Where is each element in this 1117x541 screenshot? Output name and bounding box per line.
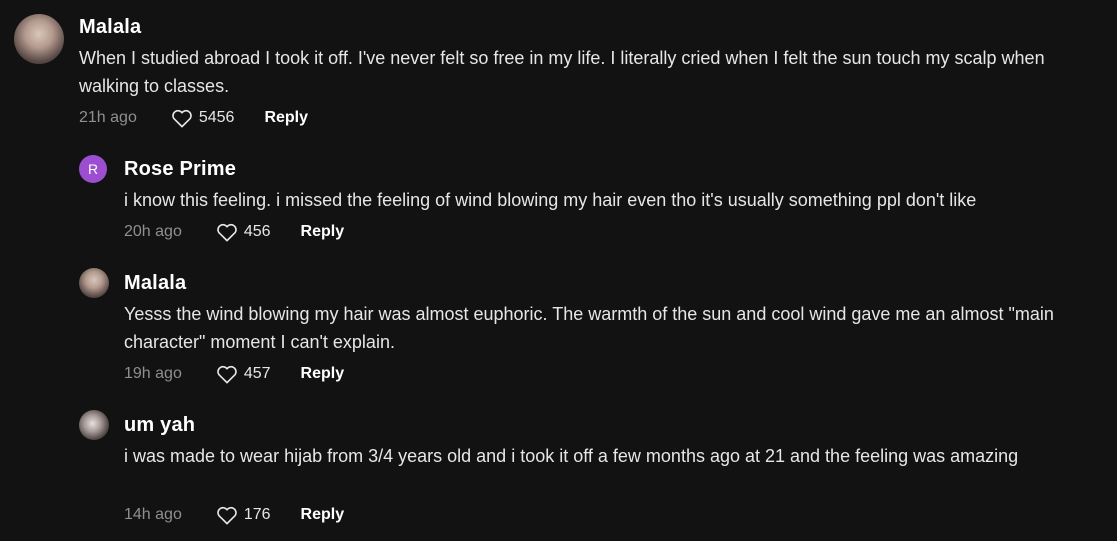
comment-timestamp: 21h ago xyxy=(79,109,137,126)
comment-meta: 19h ago 457 Reply xyxy=(124,364,344,384)
reply-button[interactable]: Reply xyxy=(301,223,345,241)
comment-meta: 20h ago 456 Reply xyxy=(124,222,344,242)
heart-outline-icon xyxy=(217,223,237,242)
avatar[interactable]: R xyxy=(79,155,107,183)
comment-text: i was made to wear hijab from 3/4 years … xyxy=(124,446,1019,466)
comment-author[interactable]: Rose Prime xyxy=(124,158,236,181)
comment-timestamp: 14h ago xyxy=(124,506,182,523)
heart-outline-icon xyxy=(172,109,192,128)
like-count: 456 xyxy=(243,223,271,240)
comment-timestamp: 19h ago xyxy=(124,365,182,382)
reply-button[interactable]: Reply xyxy=(264,109,308,127)
like-button[interactable]: 457 xyxy=(216,364,271,384)
avatar[interactable] xyxy=(79,268,109,298)
like-button[interactable]: 176 xyxy=(216,505,271,525)
comment-text: Yesss the wind blowing my hair was almos… xyxy=(124,304,1054,352)
like-button[interactable]: 456 xyxy=(216,222,271,242)
comment-author[interactable]: Malala xyxy=(124,272,186,295)
reply-button[interactable]: Reply xyxy=(301,506,345,524)
comment-text: i know this feeling. i missed the feelin… xyxy=(124,190,977,210)
comment-meta: 14h ago 176 Reply xyxy=(124,505,344,525)
comment-timestamp: 20h ago xyxy=(124,223,182,240)
like-count: 457 xyxy=(243,365,271,382)
heart-outline-icon xyxy=(217,506,237,525)
comment-text: When I studied abroad I took it off. I'v… xyxy=(79,48,1045,96)
heart-outline-icon xyxy=(217,365,237,384)
like-count: 176 xyxy=(243,506,271,523)
comment-author[interactable]: um yah xyxy=(124,414,195,437)
comment-meta: 21h ago 5456 Reply xyxy=(79,108,308,128)
avatar-letter: R xyxy=(87,161,99,177)
avatar[interactable] xyxy=(14,14,64,64)
like-count: 5456 xyxy=(198,109,235,126)
avatar[interactable] xyxy=(79,410,109,440)
like-button[interactable]: 5456 xyxy=(171,108,235,128)
reply-button[interactable]: Reply xyxy=(301,365,345,383)
comment-author[interactable]: Malala xyxy=(79,16,141,39)
